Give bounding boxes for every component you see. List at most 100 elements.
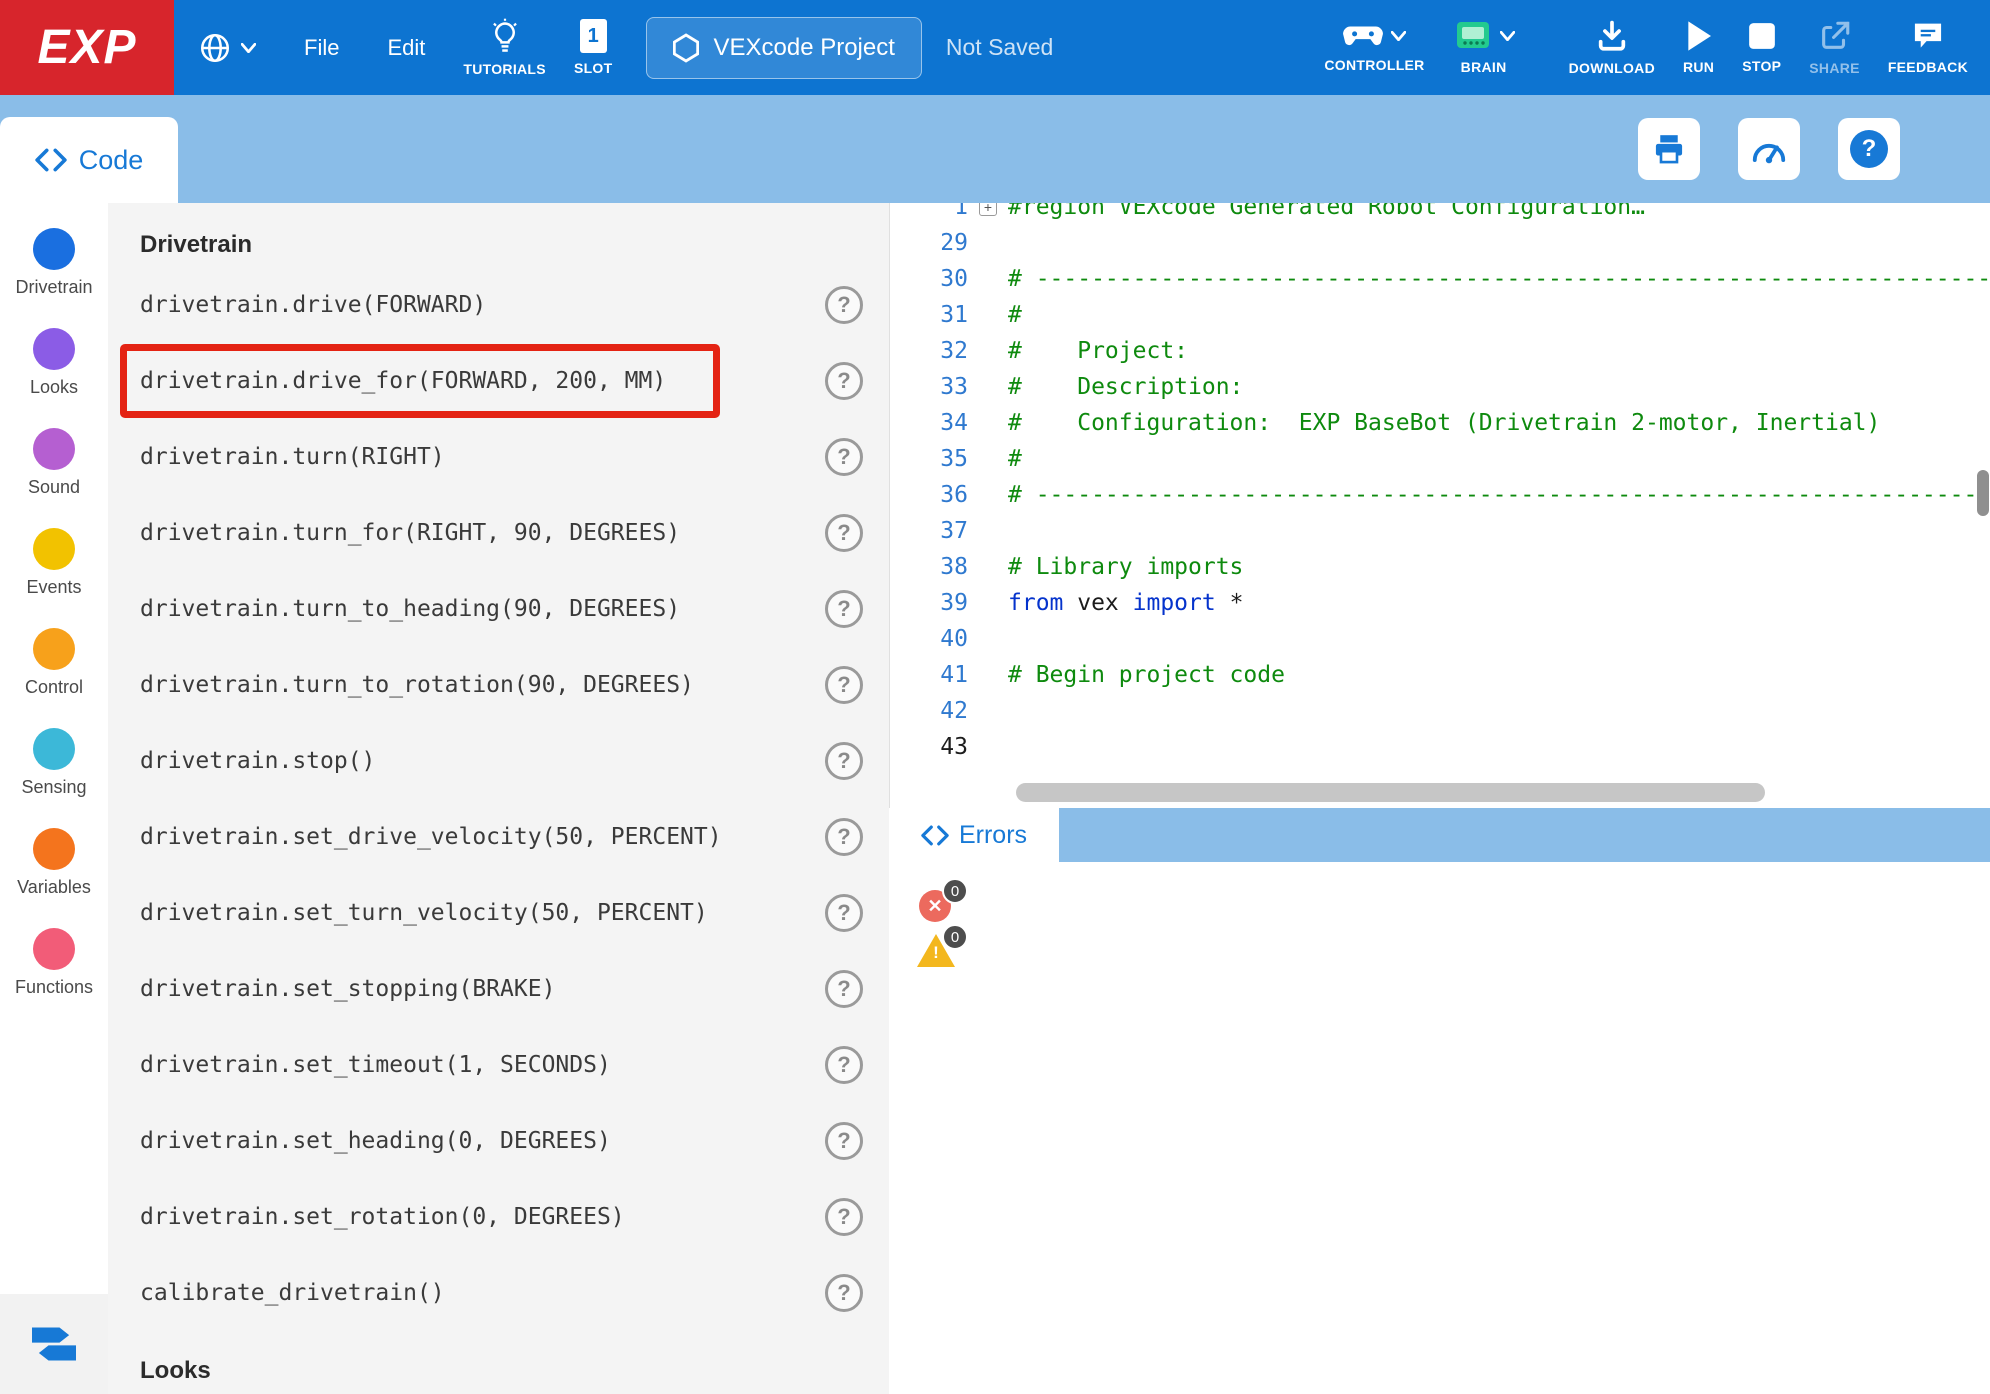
lightbulb-icon — [488, 18, 522, 54]
command-row[interactable]: drivetrain.set_rotation(0, DEGREES)? — [108, 1179, 889, 1255]
tutorials-button[interactable]: TUTORIALS — [449, 0, 560, 95]
help-icon[interactable]: ? — [825, 590, 863, 628]
fold-icon[interactable]: + — [968, 203, 1008, 216]
controller-button[interactable]: CONTROLLER — [1310, 0, 1438, 95]
help-icon[interactable]: ? — [825, 438, 863, 476]
line-number: 29 — [890, 230, 968, 256]
command-row[interactable]: drivetrain.set_timeout(1, SECONDS)? — [108, 1027, 889, 1103]
sidebar-category-functions[interactable]: Functions — [0, 921, 108, 1021]
command-row[interactable]: drivetrain.drive_for(FORWARD, 200, MM)? — [108, 343, 889, 419]
caret-down-icon — [1500, 31, 1515, 41]
tab-code[interactable]: Code — [0, 117, 178, 203]
warning-count-toggle[interactable]: ! 0 — [919, 930, 989, 980]
help-icon[interactable]: ? — [825, 1122, 863, 1160]
code-editor[interactable]: 1+#region VEXcode Generated Robot Config… — [889, 203, 1990, 808]
help-icon[interactable]: ? — [825, 286, 863, 324]
editor-line[interactable]: 42 — [890, 693, 1990, 729]
command-row[interactable]: drivetrain.set_drive_velocity(50, PERCEN… — [108, 799, 889, 875]
command-text: drivetrain.turn_to_heading(90, DEGREES) — [140, 596, 680, 622]
editor-line[interactable]: 36# ------------------------------------… — [890, 477, 1990, 513]
editor-line[interactable]: 31# — [890, 297, 1990, 333]
command-text: drivetrain.set_turn_velocity(50, PERCENT… — [140, 900, 708, 926]
editor-line[interactable]: 41# Begin project code — [890, 657, 1990, 693]
share-button[interactable]: SHARE — [1795, 0, 1874, 95]
code-text: # Description: — [1008, 374, 1990, 400]
command-row[interactable]: drivetrain.turn(RIGHT)? — [108, 419, 889, 495]
stop-icon — [1747, 21, 1777, 51]
command-row[interactable]: drivetrain.set_turn_velocity(50, PERCENT… — [108, 875, 889, 951]
help-icon[interactable]: ? — [825, 1198, 863, 1236]
editor-line[interactable]: 30# ------------------------------------… — [890, 261, 1990, 297]
stop-button[interactable]: STOP — [1728, 0, 1795, 95]
controller-icon — [1342, 22, 1384, 50]
project-name-button[interactable]: VEXcode Project — [646, 17, 921, 79]
sidebar-category-variables[interactable]: Variables — [0, 821, 108, 921]
file-menu[interactable]: File — [280, 0, 363, 95]
command-row[interactable]: drivetrain.turn_to_rotation(90, DEGREES)… — [108, 647, 889, 723]
help-icon[interactable]: ? — [825, 894, 863, 932]
help-icon[interactable]: ? — [825, 818, 863, 856]
vertical-scrollbar[interactable] — [1977, 470, 1989, 516]
editor-line[interactable]: 33# Description: — [890, 369, 1990, 405]
tab-errors[interactable]: Errors — [889, 808, 1059, 862]
command-row[interactable]: drivetrain.set_heading(0, DEGREES)? — [108, 1103, 889, 1179]
brain-label: BRAIN — [1461, 59, 1507, 75]
error-count-badge: 0 — [942, 878, 968, 904]
category-label: Control — [25, 677, 83, 698]
editor-line[interactable]: 35# — [890, 441, 1990, 477]
command-text: drivetrain.drive(FORWARD) — [140, 292, 486, 318]
horizontal-scrollbar[interactable] — [1016, 783, 1765, 802]
editor-line[interactable]: 38# Library imports — [890, 549, 1990, 585]
editor-line[interactable]: 43 — [890, 729, 1990, 765]
editor-line[interactable]: 37 — [890, 513, 1990, 549]
download-icon — [1595, 19, 1629, 53]
download-button[interactable]: DOWNLOAD — [1555, 0, 1669, 95]
sidebar-category-looks[interactable]: Looks — [0, 321, 108, 421]
dashboard-button[interactable] — [1738, 118, 1800, 180]
sidebar-category-control[interactable]: Control — [0, 621, 108, 721]
stop-label: STOP — [1742, 58, 1781, 74]
sidebar-category-drivetrain[interactable]: Drivetrain — [0, 221, 108, 321]
sidebar-category-events[interactable]: Events — [0, 521, 108, 621]
exp-logo-text: EXP — [37, 20, 136, 75]
command-row[interactable]: drivetrain.set_stopping(BRAKE)? — [108, 951, 889, 1027]
code-text: # Library imports — [1008, 554, 1990, 580]
error-glyph: ✕ — [927, 896, 942, 917]
editor-line[interactable]: 29 — [890, 225, 1990, 261]
editor-line[interactable]: 1+#region VEXcode Generated Robot Config… — [890, 203, 1990, 225]
run-button[interactable]: RUN — [1669, 0, 1728, 95]
feedback-button[interactable]: FEEDBACK — [1874, 0, 1982, 95]
command-text: drivetrain.set_rotation(0, DEGREES) — [140, 1204, 625, 1230]
help-icon[interactable]: ? — [825, 742, 863, 780]
editor-line[interactable]: 34# Configuration: EXP BaseBot (Drivetra… — [890, 405, 1990, 441]
help-icon[interactable]: ? — [825, 1046, 863, 1084]
command-row[interactable]: calibrate_drivetrain()? — [108, 1255, 889, 1331]
help-button[interactable]: ? — [1838, 118, 1900, 180]
command-row[interactable]: drivetrain.turn_for(RIGHT, 90, DEGREES)? — [108, 495, 889, 571]
code-brackets-icon — [35, 148, 67, 172]
command-row[interactable]: drivetrain.stop()? — [108, 723, 889, 799]
next-section-title: Looks — [108, 1331, 889, 1393]
command-row[interactable]: drivetrain.turn_to_heading(90, DEGREES)? — [108, 571, 889, 647]
toggle-panel-button[interactable] — [0, 1294, 108, 1394]
device-info-button[interactable] — [1638, 118, 1700, 180]
editor-line[interactable]: 39from vex import * — [890, 585, 1990, 621]
command-row[interactable]: drivetrain.drive(FORWARD)? — [108, 267, 889, 343]
sidebar-category-sensing[interactable]: Sensing — [0, 721, 108, 821]
help-icon[interactable]: ? — [825, 666, 863, 704]
help-icon[interactable]: ? — [825, 514, 863, 552]
help-icon[interactable]: ? — [825, 362, 863, 400]
slot-button[interactable]: 1 SLOT — [560, 0, 627, 95]
category-list: DrivetrainLooksSound Events Control Sensing… — [0, 221, 108, 1021]
help-icon[interactable]: ? — [825, 970, 863, 1008]
editor-lines: 1+#region VEXcode Generated Robot Config… — [890, 203, 1990, 765]
language-menu[interactable] — [174, 0, 280, 95]
help-icon[interactable]: ? — [825, 1274, 863, 1312]
editor-line[interactable]: 40 — [890, 621, 1990, 657]
editor-line[interactable]: 32# Project: — [890, 333, 1990, 369]
edit-menu[interactable]: Edit — [363, 0, 449, 95]
category-label: Events — [26, 577, 81, 598]
line-number: 34 — [890, 410, 968, 436]
brain-button[interactable]: BRAIN — [1439, 0, 1529, 95]
sidebar-category-sound[interactable]: Sound — [0, 421, 108, 521]
